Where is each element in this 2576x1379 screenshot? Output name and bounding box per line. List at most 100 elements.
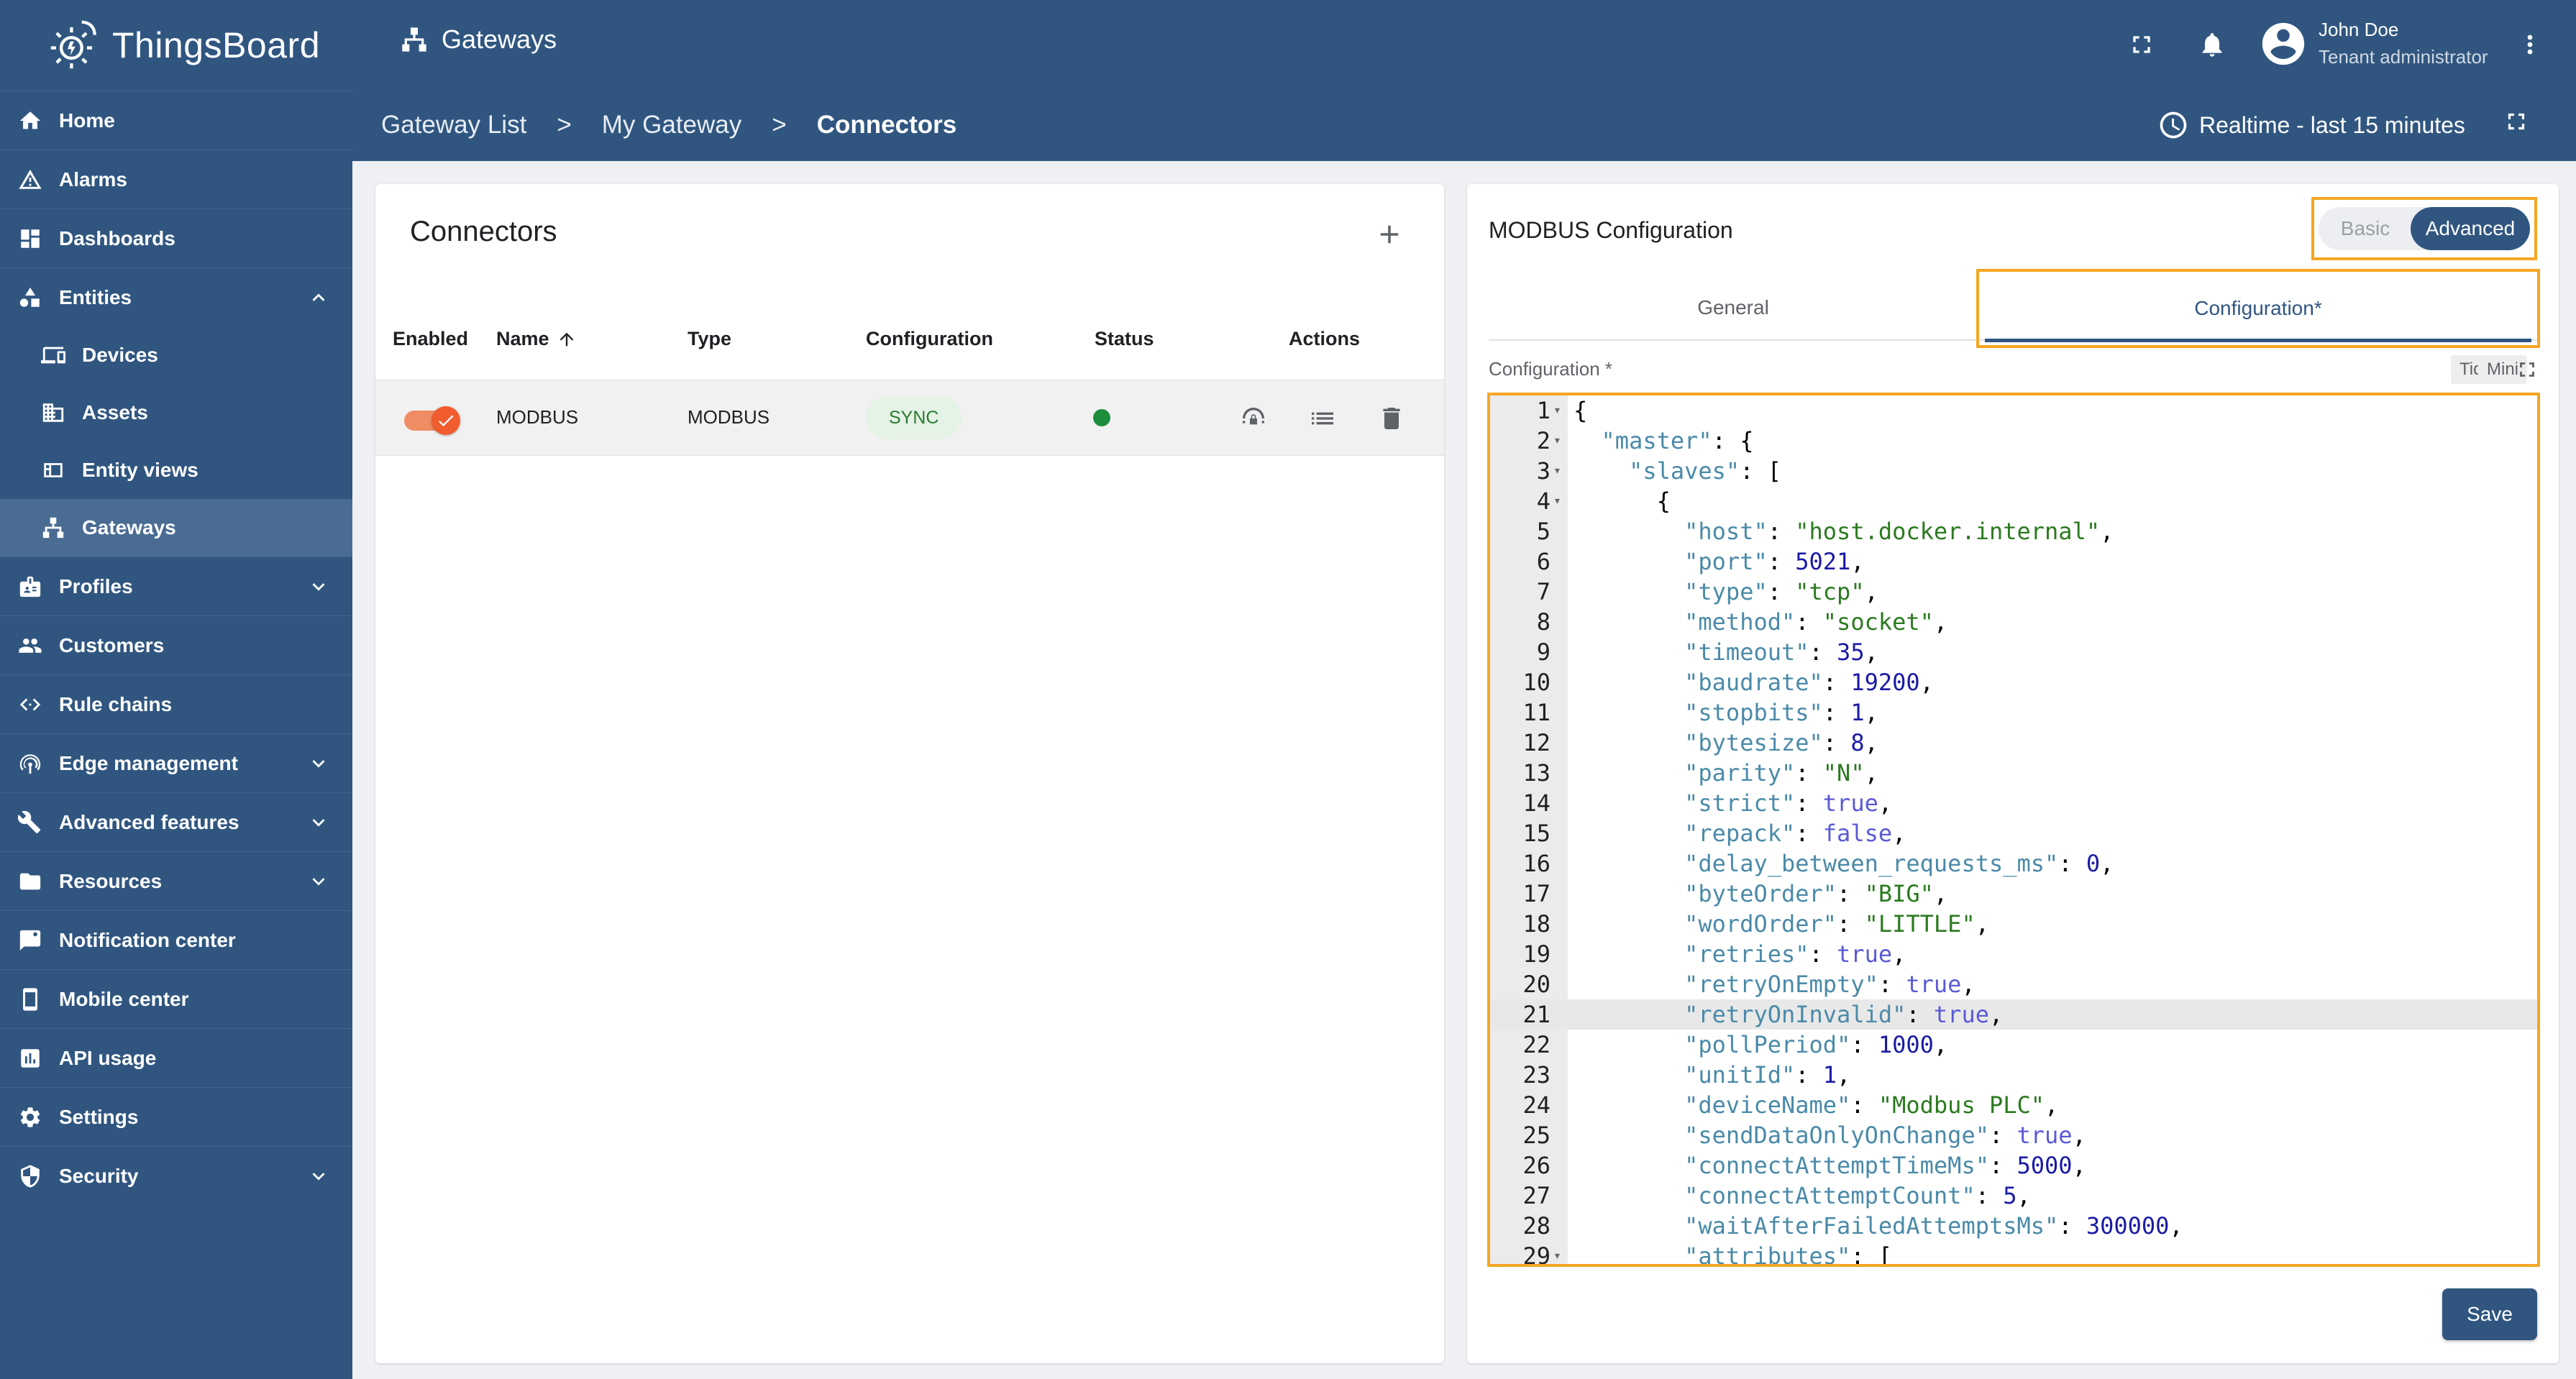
sidebar-item-label: Settings <box>59 1105 139 1128</box>
sidebar-item-label: Home <box>59 109 115 132</box>
code-line[interactable]: 12 "bytesize": 8, <box>1490 728 2537 758</box>
sidebar-item-entities[interactable]: Entities <box>0 267 352 326</box>
sidebar-item-label: API usage <box>59 1046 157 1069</box>
sidebar-item-edge-management[interactable]: Edge management <box>0 733 352 792</box>
code-line[interactable]: 9 "timeout": 35, <box>1490 637 2537 667</box>
chevron-down-icon[interactable] <box>306 751 331 776</box>
code-line[interactable]: 2 ▾ "master": { <box>1490 426 2537 456</box>
column-header-name[interactable]: Name <box>496 328 577 350</box>
sidebar: ThingsBoard Home Alarms Dashboards Entit… <box>0 0 352 1379</box>
code-line[interactable]: 18 "wordOrder": "LITTLE", <box>1490 909 2537 939</box>
code-line[interactable]: 24 "deviceName": "Modbus PLC", <box>1490 1090 2537 1120</box>
chevron-down-icon[interactable] <box>306 574 331 599</box>
mode-basic-button[interactable]: Basic <box>2319 207 2412 250</box>
code-line[interactable]: 3 ▾ "slaves": [ <box>1490 456 2537 486</box>
app-logo[interactable]: ThingsBoard <box>43 13 320 78</box>
code-line[interactable]: 25 "sendDataOnlyOnChange": true, <box>1490 1120 2537 1150</box>
fullscreen-button[interactable] <box>2123 26 2160 63</box>
timewindow-button[interactable]: Realtime - last 15 minutes <box>2157 109 2465 141</box>
code-line[interactable]: 16 "delay_between_requests_ms": 0, <box>1490 848 2537 879</box>
code-text: "retryOnInvalid": true, <box>1684 1001 2004 1028</box>
code-text: "baudrate": 19200, <box>1684 669 1934 696</box>
chevron-down-icon[interactable] <box>306 1164 331 1188</box>
sidebar-item-gateways[interactable]: Gateways <box>0 499 352 556</box>
sidebar-item-entity-views[interactable]: Entity views <box>0 441 352 499</box>
sidebar-item-customers[interactable]: Customers <box>0 615 352 674</box>
table-row[interactable]: MODBUS MODBUS SYNC <box>375 380 1444 456</box>
code-line[interactable]: 23 "unitId": 1, <box>1490 1060 2537 1090</box>
code-line[interactable]: 7 "type": "tcp", <box>1490 577 2537 607</box>
sidebar-item-label: Resources <box>59 869 163 892</box>
list-icon <box>1312 412 1333 425</box>
more-vert-icon <box>2527 35 2533 55</box>
sidebar-item-rule-chains[interactable]: Rule chains <box>0 674 352 733</box>
code-line[interactable]: 22 "pollPeriod": 1000, <box>1490 1030 2537 1060</box>
code-line[interactable]: 29 ▾ "attributes": [ <box>1490 1241 2537 1264</box>
line-number: 26 <box>1522 1152 1550 1179</box>
code-line[interactable]: 28 "waitAfterFailedAttemptsMs": 300000, <box>1490 1211 2537 1241</box>
fold-arrow-icon[interactable]: ▾ <box>1553 1241 1566 1264</box>
check-icon <box>438 415 454 427</box>
rpc-button[interactable] <box>1236 400 1271 436</box>
enabled-toggle[interactable] <box>404 406 460 435</box>
line-number: 22 <box>1522 1031 1550 1058</box>
dashboard-fullscreen-button[interactable] <box>2503 108 2539 144</box>
code-text: { <box>1574 397 1588 424</box>
sidebar-item-assets[interactable]: Assets <box>0 384 352 441</box>
breadcrumb-my-gateway[interactable]: My Gateway <box>602 111 742 139</box>
code-line[interactable]: 10 "baudrate": 19200, <box>1490 667 2537 697</box>
chevron-up-icon[interactable] <box>306 285 331 310</box>
sidebar-item-mobile-center[interactable]: Mobile center <box>0 969 352 1028</box>
sidebar-item-api-usage[interactable]: API usage <box>0 1028 352 1087</box>
sidebar-item-profiles[interactable]: Profiles <box>0 556 352 615</box>
tab-configuration[interactable]: Configuration* <box>1979 272 2537 345</box>
save-button[interactable]: Save <box>2442 1288 2537 1340</box>
code-line[interactable]: 14 "strict": true, <box>1490 788 2537 818</box>
entity-views-icon <box>40 457 66 483</box>
code-line[interactable]: 4 ▾ { <box>1490 486 2537 516</box>
notifications-button[interactable] <box>2193 26 2231 63</box>
json-editor[interactable]: 1 ▾{2 ▾ "master": {3 ▾ "slaves": [4 ▾ {5 "ho… <box>1487 393 2540 1267</box>
delete-button[interactable] <box>1374 400 1410 436</box>
chevron-down-icon[interactable] <box>306 810 331 835</box>
sidebar-item-dashboards[interactable]: Dashboards <box>0 209 352 267</box>
fold-arrow-icon[interactable]: ▾ <box>1553 395 1566 426</box>
code-line[interactable]: 17 "byteOrder": "BIG", <box>1490 879 2537 909</box>
more-menu-button[interactable] <box>2511 26 2549 63</box>
fold-arrow-icon[interactable]: ▾ <box>1553 426 1566 456</box>
sidebar-item-devices[interactable]: Devices <box>0 326 352 384</box>
code-area[interactable]: 1 ▾{2 ▾ "master": {3 ▾ "slaves": [4 ▾ {5 "ho… <box>1490 395 2537 1264</box>
add-connector-button[interactable] <box>1368 213 1411 256</box>
code-line[interactable]: 13 "parity": "N", <box>1490 758 2537 788</box>
column-header-type[interactable]: Type <box>688 328 731 350</box>
fold-arrow-icon[interactable]: ▾ <box>1553 456 1566 486</box>
sidebar-item-settings[interactable]: Settings <box>0 1087 352 1146</box>
fold-arrow-icon[interactable]: ▾ <box>1553 486 1566 516</box>
sidebar-item-advanced-features[interactable]: Advanced features <box>0 792 352 851</box>
code-line[interactable]: 1 ▾ { <box>1490 395 2537 426</box>
code-line[interactable]: 21 "retryOnInvalid": true, <box>1490 999 2537 1030</box>
mode-advanced-button[interactable]: Advanced <box>2411 207 2530 250</box>
sidebar-item-resources[interactable]: Resources <box>0 851 352 910</box>
sidebar-item-security[interactable]: Security <box>0 1146 352 1205</box>
editor-fullscreen-button[interactable] <box>2513 355 2541 384</box>
code-line[interactable]: 20 "retryOnEmpty": true, <box>1490 969 2537 999</box>
code-line[interactable]: 8 "method": "socket", <box>1490 607 2537 637</box>
user-avatar[interactable] <box>2258 19 2308 69</box>
tab-general[interactable]: General <box>1489 275 1978 341</box>
code-line[interactable]: 5 "host": "host.docker.internal", <box>1490 516 2537 546</box>
code-line[interactable]: 15 "repack": false, <box>1490 818 2537 848</box>
code-line[interactable]: 19 "retries": true, <box>1490 939 2537 969</box>
breadcrumb-gateway-list[interactable]: Gateway List <box>381 111 526 139</box>
sidebar-item-home[interactable]: Home <box>0 91 352 150</box>
code-line[interactable]: 6 "port": 5021, <box>1490 546 2537 577</box>
mode-toggle: Basic Advanced <box>2319 207 2530 250</box>
sidebar-item-alarms[interactable]: Alarms <box>0 150 352 209</box>
code-line[interactable]: 27 "connectAttemptCount": 5, <box>1490 1181 2537 1211</box>
chevron-down-icon[interactable] <box>306 869 331 894</box>
active-tab-indicator <box>1985 339 2531 342</box>
sidebar-item-notification-center[interactable]: Notification center <box>0 910 352 969</box>
logs-button[interactable] <box>1305 400 1340 436</box>
code-line[interactable]: 11 "stopbits": 1, <box>1490 697 2537 728</box>
code-line[interactable]: 26 "connectAttemptTimeMs": 5000, <box>1490 1150 2537 1181</box>
